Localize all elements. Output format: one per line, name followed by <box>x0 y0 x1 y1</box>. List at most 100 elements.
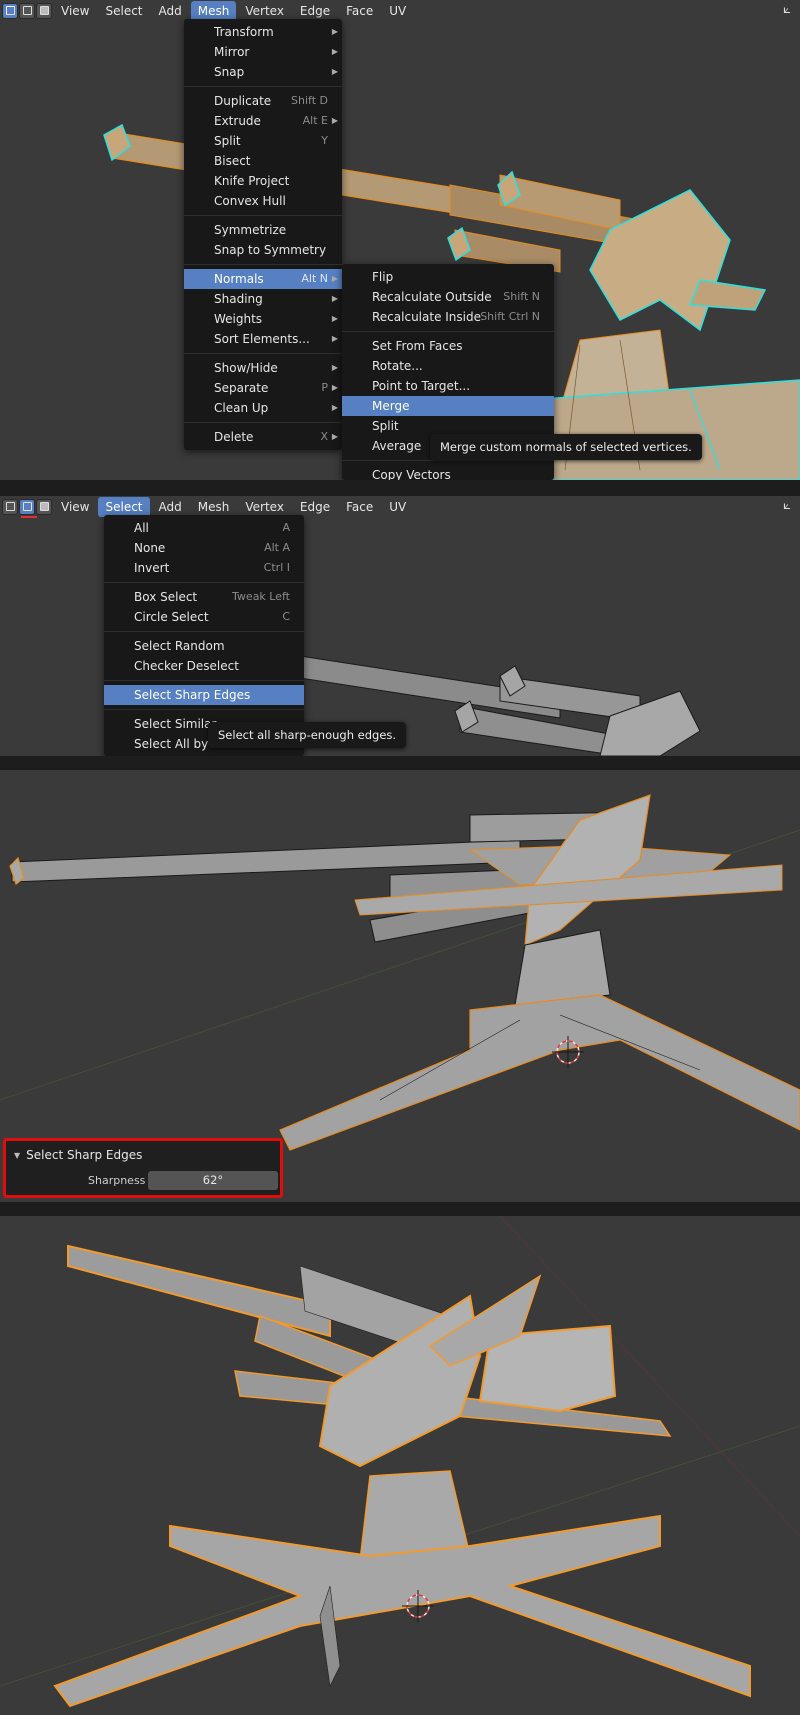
menu-item-label: Set From Faces <box>372 339 463 353</box>
header-menu-vertex-2[interactable]: Vertex <box>238 497 291 517</box>
select-menu-item-none[interactable]: None Alt A <box>104 538 304 558</box>
mesh-menu-item-convex-hull[interactable]: Convex Hull <box>184 191 342 211</box>
normals-menu-item-recalculate-inside[interactable]: Recalculate Inside Shift Ctrl N <box>342 307 554 327</box>
menu-item-shortcut: Y <box>321 134 328 147</box>
mesh-menu-item-show-hide[interactable]: Show/Hide ▶ <box>184 358 342 378</box>
mesh-menu-item-snap[interactable]: Snap ▶ <box>184 62 342 82</box>
mesh-menu-item-delete[interactable]: Delete X ▶ <box>184 427 342 447</box>
menu-item-label: Sort Elements... <box>214 332 310 346</box>
menu-separator <box>184 215 342 216</box>
mesh-menu-item-split[interactable]: Split Y <box>184 131 342 151</box>
mesh-menu-item-snap-to-symmetry[interactable]: Snap to Symmetry <box>184 240 342 260</box>
menu-item-label: Average <box>372 439 422 453</box>
vertex-select-mode-button[interactable] <box>2 2 18 19</box>
normals-menu-item-copy-vectors[interactable]: Copy Vectors <box>342 465 554 480</box>
menu-item-label: Merge <box>372 399 410 413</box>
mesh-menu-item-duplicate[interactable]: Duplicate Shift D <box>184 91 342 111</box>
menu-separator <box>104 680 304 681</box>
sharpness-label: Sharpness <box>88 1174 146 1187</box>
mesh-menu-item-separate[interactable]: Separate P ▶ <box>184 378 342 398</box>
menu-separator <box>104 631 304 632</box>
menu-item-label: Invert <box>134 561 170 575</box>
edge-select-mode-button-2[interactable] <box>19 498 35 515</box>
mesh-menu-item-transform[interactable]: Transform ▶ <box>184 22 342 42</box>
operator-redo-panel[interactable]: ▼ Select Sharp Edges Sharpness 62° <box>3 1138 283 1198</box>
header-menu-mesh-2[interactable]: Mesh <box>191 497 237 517</box>
menu-item-shortcut: Shift D <box>291 94 328 107</box>
header-menu-vertex[interactable]: Vertex <box>238 1 291 21</box>
mesh-menu-item-symmetrize[interactable]: Symmetrize <box>184 220 342 240</box>
collapse-triangle-icon[interactable]: ▼ <box>14 1151 20 1160</box>
normals-menu-item-flip[interactable]: Flip <box>342 267 554 287</box>
sharpness-field[interactable]: 62° <box>148 1171 278 1190</box>
menu-separator <box>184 86 342 87</box>
operator-panel-header[interactable]: ▼ Select Sharp Edges <box>14 1148 142 1162</box>
submenu-arrow-icon: ▶ <box>331 314 338 323</box>
normals-menu-item-set-from-faces[interactable]: Set From Faces <box>342 336 554 356</box>
normals-menu-item-split[interactable]: Split <box>342 416 554 436</box>
viewport-header: View Select Add Mesh Vertex Edge Face UV… <box>0 0 800 21</box>
header-menu-view[interactable]: View <box>54 1 96 21</box>
normals-menu-item-rotate[interactable]: Rotate... <box>342 356 554 376</box>
menu-item-shortcut: C <box>282 610 290 623</box>
header-menu-uv-2[interactable]: UV <box>382 497 413 517</box>
menu-item-label: Circle Select <box>134 610 209 624</box>
mesh-menu-item-knife-project[interactable]: Knife Project <box>184 171 342 191</box>
menu-item-label: Recalculate Inside <box>372 310 481 324</box>
menu-item-label: Point to Target... <box>372 379 471 393</box>
face-select-mode-button[interactable] <box>36 2 52 19</box>
select-menu-item-invert[interactable]: Invert Ctrl I <box>104 558 304 578</box>
mesh-menu-item-clean-up[interactable]: Clean Up ▶ <box>184 398 342 418</box>
normals-menu-item-merge[interactable]: Merge <box>342 396 554 416</box>
menu-item-label: Delete <box>214 430 254 444</box>
mesh-menu-item-extrude[interactable]: Extrude Alt E ▶ <box>184 111 342 131</box>
vertex-select-mode-button-2[interactable] <box>2 498 18 515</box>
face-select-mode-button-2[interactable] <box>36 498 52 515</box>
viewport-3d-scene-4 <box>0 1216 800 1715</box>
menu-item-shortcut: Shift Ctrl N <box>480 310 540 323</box>
header-menu-mesh[interactable]: Mesh <box>190 0 237 21</box>
header-menu-edge-2[interactable]: Edge <box>293 497 337 517</box>
header-menu-edge[interactable]: Edge <box>293 1 337 21</box>
normals-menu-item-point-to-target[interactable]: Point to Target... <box>342 376 554 396</box>
mesh-menu-item-mirror[interactable]: Mirror ▶ <box>184 42 342 62</box>
mesh-menu-item-sort-elements[interactable]: Sort Elements... ▶ <box>184 329 342 349</box>
header-menu-add[interactable]: Add <box>152 1 189 21</box>
viewport-panel-sharp-edges-result: ▼ Select Sharp Edges Sharpness 62° <box>0 770 800 1202</box>
edge-mode-red-underline <box>21 516 37 518</box>
transform-pivot-icon-2[interactable]: ⟀ <box>778 498 796 514</box>
menu-item-label: Normals <box>214 272 264 286</box>
menu-item-label: Recalculate Outside <box>372 290 492 304</box>
viewport-header-2: View Select Add Mesh Vertex Edge Face UV… <box>0 496 800 517</box>
menu-item-label: Mirror <box>214 45 250 59</box>
edge-select-mode-button[interactable] <box>19 2 35 19</box>
mesh-menu-item-weights[interactable]: Weights ▶ <box>184 309 342 329</box>
submenu-arrow-icon: ▶ <box>331 116 338 125</box>
select-dropdown-menu: All A None Alt A Invert Ctrl I Box Select Tweak… <box>104 515 304 756</box>
header-menu-uv[interactable]: UV <box>382 1 413 21</box>
select-menu-item-checker-deselect[interactable]: Checker Deselect <box>104 656 304 676</box>
select-menu-item-select-sharp-edges[interactable]: Select Sharp Edges <box>104 685 304 705</box>
select-menu-item-circle-select[interactable]: Circle Select C <box>104 607 304 627</box>
header-menu-select-2[interactable]: Select <box>98 496 150 517</box>
submenu-arrow-icon: ▶ <box>331 334 338 343</box>
header-menu-add-2[interactable]: Add <box>152 497 189 517</box>
select-menu-item-all[interactable]: All A <box>104 518 304 538</box>
menu-item-label: Flip <box>372 270 394 284</box>
menu-item-label: Bisect <box>214 154 251 168</box>
menu-item-label: Show/Hide <box>214 361 278 375</box>
header-menu-view-2[interactable]: View <box>54 497 96 517</box>
header-menu-face[interactable]: Face <box>339 1 380 21</box>
normals-menu-item-recalculate-outside[interactable]: Recalculate Outside Shift N <box>342 287 554 307</box>
select-mode-group <box>2 2 52 19</box>
select-menu-item-select-random[interactable]: Select Random <box>104 636 304 656</box>
mesh-menu-item-normals[interactable]: Normals Alt N ▶ <box>184 269 342 289</box>
header-menu-face-2[interactable]: Face <box>339 497 380 517</box>
header-menu-select[interactable]: Select <box>98 1 149 21</box>
select-menu-item-box-select[interactable]: Box Select Tweak Left <box>104 587 304 607</box>
menu-item-label: Extrude <box>214 114 261 128</box>
mesh-menu-item-bisect[interactable]: Bisect <box>184 151 342 171</box>
menu-item-label: Split <box>372 419 399 433</box>
transform-pivot-icon[interactable]: ⟀ <box>778 2 796 18</box>
mesh-menu-item-shading[interactable]: Shading ▶ <box>184 289 342 309</box>
